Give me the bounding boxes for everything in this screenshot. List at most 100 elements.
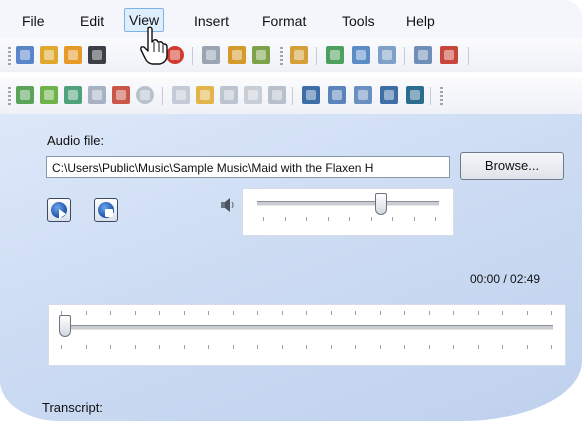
doc-image-icon[interactable]	[406, 86, 424, 104]
slider-tick	[208, 345, 209, 349]
slider-tick	[232, 345, 234, 349]
slider-tick	[134, 345, 136, 349]
menu-bar: File Edit View Insert Format Tools Help	[0, 0, 582, 39]
open-folder-icon[interactable]	[40, 46, 58, 64]
menu-help[interactable]: Help	[402, 10, 439, 32]
slider-tick	[428, 345, 430, 349]
folder-home-icon[interactable]	[228, 46, 246, 64]
toolbar-grip[interactable]	[8, 87, 11, 105]
doc-split-icon[interactable]	[380, 86, 398, 104]
playback-time: 00:00 / 02:49	[470, 272, 541, 286]
slider-tick	[477, 311, 479, 315]
open-folder-alt-icon[interactable]	[64, 46, 82, 64]
slider-tick	[85, 311, 87, 315]
slider-tick	[159, 345, 160, 349]
folder-open-icon[interactable]	[196, 86, 214, 104]
position-thumb[interactable]	[59, 315, 71, 337]
forward-icon[interactable]	[268, 86, 286, 104]
toolbar-grip[interactable]	[8, 47, 11, 65]
toolbar-grip[interactable]	[280, 47, 283, 65]
slider-tick	[453, 345, 454, 349]
add-doc-icon[interactable]	[16, 86, 34, 104]
play-icon	[51, 202, 67, 219]
slider-tick	[61, 345, 62, 349]
app-window: File Edit View Insert Format Tools Help	[0, 0, 582, 421]
toolbar-separator	[192, 47, 193, 65]
disc-icon[interactable]	[136, 86, 154, 104]
new-doc-icon[interactable]	[16, 46, 34, 64]
menu-edit[interactable]: Edit	[76, 10, 108, 32]
menu-tools[interactable]: Tools	[338, 10, 379, 32]
slider-tick	[355, 345, 356, 349]
slider-tick	[281, 311, 283, 315]
slider-tick	[379, 311, 381, 315]
slider-tick	[330, 311, 332, 315]
folder-tree-icon[interactable]	[252, 46, 270, 64]
document-green-icon[interactable]	[326, 46, 344, 64]
transcript-label: Transcript:	[42, 400, 103, 415]
slider-tick	[257, 311, 258, 315]
slider-tick	[208, 311, 209, 315]
slider-tick	[413, 217, 415, 221]
document-copy-icon[interactable]	[378, 46, 396, 64]
stop-button[interactable]	[94, 198, 118, 222]
slider-tick	[263, 217, 264, 221]
slider-tick	[110, 345, 111, 349]
edit-doc-icon[interactable]	[220, 86, 238, 104]
volume-slider[interactable]	[242, 188, 454, 236]
toolbar-separator	[404, 47, 405, 65]
toolbar-separator	[316, 47, 317, 65]
slider-tick	[85, 345, 87, 349]
volume-speaker-icon	[221, 198, 234, 212]
doc-b-icon[interactable]	[302, 86, 320, 104]
doc-left-icon[interactable]	[354, 86, 372, 104]
slider-tick	[349, 217, 350, 221]
slider-tick	[183, 345, 185, 349]
import-icon[interactable]	[112, 86, 130, 104]
toolbar-separator	[430, 87, 431, 105]
slider-tick	[355, 311, 356, 315]
toolbar-grip[interactable]	[440, 87, 443, 105]
add-item-icon[interactable]	[88, 86, 106, 104]
slider-tick	[370, 217, 372, 221]
menu-insert[interactable]: Insert	[190, 10, 233, 32]
stop-icon	[98, 202, 114, 218]
slider-tick	[306, 217, 307, 221]
add-folder-icon[interactable]	[40, 86, 58, 104]
document-blue-icon[interactable]	[352, 46, 370, 64]
add-page-icon[interactable]	[64, 86, 82, 104]
play-button[interactable]	[47, 198, 71, 222]
toolbar-separator	[162, 87, 163, 105]
slider-tick	[110, 311, 111, 315]
slider-tick	[477, 345, 479, 349]
slider-tick	[404, 345, 405, 349]
toolbar-separator	[292, 87, 293, 105]
doc-right-icon[interactable]	[328, 86, 346, 104]
volume-track	[257, 201, 439, 206]
text-icon[interactable]	[202, 46, 220, 64]
browse-button[interactable]: Browse...	[460, 152, 564, 180]
slider-tick	[327, 217, 329, 221]
menu-format[interactable]: Format	[258, 10, 310, 32]
slider-tick	[379, 345, 381, 349]
menu-file[interactable]: File	[18, 10, 49, 32]
arrow-doc-icon[interactable]	[172, 86, 190, 104]
media-icon[interactable]	[88, 46, 106, 64]
slider-tick	[306, 311, 307, 315]
delete-doc-icon[interactable]	[440, 46, 458, 64]
position-track	[59, 325, 553, 330]
slider-tick	[392, 217, 393, 221]
open-project-icon[interactable]	[290, 46, 308, 64]
audio-file-label: Audio file:	[47, 133, 105, 148]
slider-tick	[134, 311, 136, 315]
volume-thumb[interactable]	[374, 193, 387, 215]
audio-path-input[interactable]: C:\Users\Public\Music\Sample Music\Maid …	[46, 156, 450, 178]
note-icon[interactable]	[414, 46, 432, 64]
position-slider[interactable]	[48, 304, 566, 366]
slider-tick	[551, 345, 552, 349]
lightning-icon[interactable]	[244, 86, 262, 104]
toolbar-secondary	[0, 78, 582, 115]
slider-tick	[257, 345, 258, 349]
slider-tick	[428, 311, 430, 315]
slider-tick	[284, 217, 286, 221]
